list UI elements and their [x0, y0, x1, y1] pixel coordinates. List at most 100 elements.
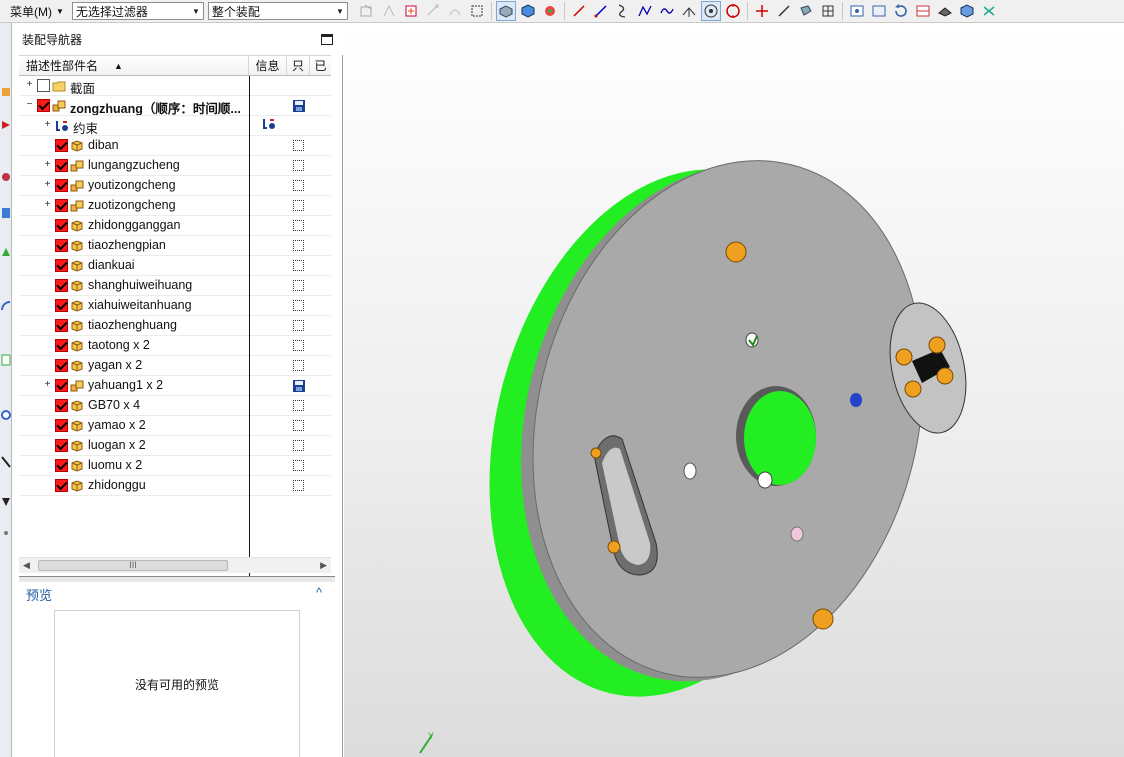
select-all-icon[interactable]: [357, 1, 377, 21]
visibility-checkbox[interactable]: [55, 399, 68, 412]
web-browser-tab-icon[interactable]: [0, 298, 12, 312]
visibility-checkbox[interactable]: [55, 419, 68, 432]
visibility-checkbox[interactable]: [55, 379, 68, 392]
history-tab-icon[interactable]: [0, 353, 12, 367]
intersection-icon[interactable]: [679, 1, 699, 21]
visibility-checkbox[interactable]: [55, 259, 68, 272]
edit-section-icon[interactable]: [979, 1, 999, 21]
shaded-cube-icon[interactable]: [957, 1, 977, 21]
inferred-point-icon[interactable]: [423, 1, 443, 21]
orient-view-icon[interactable]: [913, 1, 933, 21]
scroll-left-icon[interactable]: ◀: [23, 560, 30, 571]
expand-node-icon[interactable]: +: [43, 120, 52, 130]
tree-row[interactable]: yamao x 2: [19, 416, 331, 436]
visibility-checkbox[interactable]: [55, 439, 68, 452]
tree-row[interactable]: + 截面: [19, 76, 331, 96]
maximize-icon[interactable]: [321, 34, 333, 45]
fit-view-icon[interactable]: [847, 1, 867, 21]
main-menu-button[interactable]: 菜单(M) ▼: [0, 1, 68, 22]
scroll-thumb[interactable]: III: [38, 560, 228, 571]
tree-row[interactable]: zhidonggu: [19, 476, 331, 496]
visibility-checkbox[interactable]: [55, 359, 68, 372]
render-style-icon[interactable]: [935, 1, 955, 21]
reuse-library-tab-icon[interactable]: [0, 206, 12, 220]
tree-row[interactable]: yagan x 2: [19, 356, 331, 376]
circle-point-icon[interactable]: [723, 1, 743, 21]
selection-scope-dropdown[interactable]: 整个装配 ▼: [207, 2, 348, 20]
visibility-checkbox[interactable]: [55, 159, 68, 172]
tree-row[interactable]: zhidongganggan: [19, 216, 331, 236]
select-feature-icon[interactable]: [540, 1, 560, 21]
tree-row[interactable]: tiaozhengpian: [19, 236, 331, 256]
collapse-icon[interactable]: ^: [316, 585, 322, 600]
expand-node-icon[interactable]: +: [43, 380, 52, 390]
tree-row[interactable]: taotong x 2: [19, 336, 331, 356]
visibility-checkbox[interactable]: [55, 459, 68, 472]
tree-row[interactable]: luogan x 2: [19, 436, 331, 456]
tree-row[interactable]: xiahuiweitanhuang: [19, 296, 331, 316]
scroll-right-icon[interactable]: ▶: [320, 560, 327, 571]
visibility-checkbox[interactable]: [37, 99, 50, 112]
assembly-navigator-tab-icon[interactable]: [0, 85, 12, 99]
manufacturing-wizard-tab-icon[interactable]: [0, 495, 12, 509]
tree-row[interactable]: diankuai: [19, 256, 331, 276]
visibility-checkbox[interactable]: [55, 219, 68, 232]
visibility-checkbox[interactable]: [55, 479, 68, 492]
expand-node-icon[interactable]: +: [25, 80, 34, 90]
visibility-checkbox[interactable]: [55, 239, 68, 252]
tree-row[interactable]: diban: [19, 136, 331, 156]
line-icon[interactable]: [569, 1, 589, 21]
graphics-window[interactable]: Y: [344, 23, 1124, 757]
model-view[interactable]: Y: [344, 23, 1124, 757]
zoom-window-icon[interactable]: [869, 1, 889, 21]
visibility-checkbox[interactable]: [55, 179, 68, 192]
system-materials-tab-icon[interactable]: [0, 408, 12, 422]
spline-icon[interactable]: [613, 1, 633, 21]
tree-row[interactable]: + youtizongcheng: [19, 176, 331, 196]
tree-row[interactable]: + yahuang1 x 2: [19, 376, 331, 396]
diagonal-line-icon[interactable]: [774, 1, 794, 21]
curve-rule-icon[interactable]: [445, 1, 465, 21]
tree-row[interactable]: + zuotizongcheng: [19, 196, 331, 216]
hd3d-tools-tab-icon[interactable]: [0, 245, 12, 259]
tree-row[interactable]: shanghuiweihuang: [19, 276, 331, 296]
add-point-icon[interactable]: [401, 1, 421, 21]
tree-row[interactable]: tiaozhenghuang: [19, 316, 331, 336]
collapse-node-icon[interactable]: −: [25, 100, 34, 110]
horizontal-scrollbar[interactable]: ◀ III ▶: [19, 557, 331, 573]
constraint-navigator-tab-icon[interactable]: [0, 118, 12, 132]
preview-splitter[interactable]: [19, 576, 335, 582]
visibility-checkbox[interactable]: [55, 299, 68, 312]
snap-point-icon[interactable]: [379, 1, 399, 21]
selection-filter-dropdown[interactable]: 无选择过滤器 ▼: [71, 2, 204, 20]
expand-node-icon[interactable]: +: [43, 180, 52, 190]
visibility-checkbox[interactable]: [37, 79, 50, 92]
visibility-checkbox[interactable]: [55, 319, 68, 332]
column-header-info[interactable]: 信息: [249, 56, 287, 75]
wcs-icon[interactable]: [796, 1, 816, 21]
layer-icon[interactable]: [818, 1, 838, 21]
visibility-checkbox[interactable]: [55, 199, 68, 212]
preview-title[interactable]: 预览: [26, 585, 52, 604]
visibility-checkbox[interactable]: [55, 139, 68, 152]
visibility-checkbox[interactable]: [55, 279, 68, 292]
center-point-icon[interactable]: [700, 1, 721, 21]
column-header-readonly[interactable]: 只: [287, 56, 310, 75]
column-header-loaded[interactable]: 已: [310, 56, 331, 75]
plus-point-icon[interactable]: [752, 1, 772, 21]
part-navigator-tab-icon[interactable]: [0, 170, 12, 184]
select-face-icon[interactable]: [518, 1, 538, 21]
rectangle-select-icon[interactable]: [467, 1, 487, 21]
tree-row[interactable]: + 约束: [19, 116, 331, 136]
rotate-view-icon[interactable]: [891, 1, 911, 21]
tree-row[interactable]: − zongzhuang（顺序：时间顺...: [19, 96, 331, 116]
expand-node-icon[interactable]: +: [43, 160, 52, 170]
expand-node-icon[interactable]: +: [43, 200, 52, 210]
roles-tab-icon[interactable]: [0, 528, 12, 542]
tree-row[interactable]: + lungangzucheng: [19, 156, 331, 176]
line-segment-icon[interactable]: [591, 1, 611, 21]
tree-row[interactable]: luomu x 2: [19, 456, 331, 476]
visibility-checkbox[interactable]: [55, 339, 68, 352]
polyline-icon[interactable]: [635, 1, 655, 21]
tree-row[interactable]: GB70 x 4: [19, 396, 331, 416]
